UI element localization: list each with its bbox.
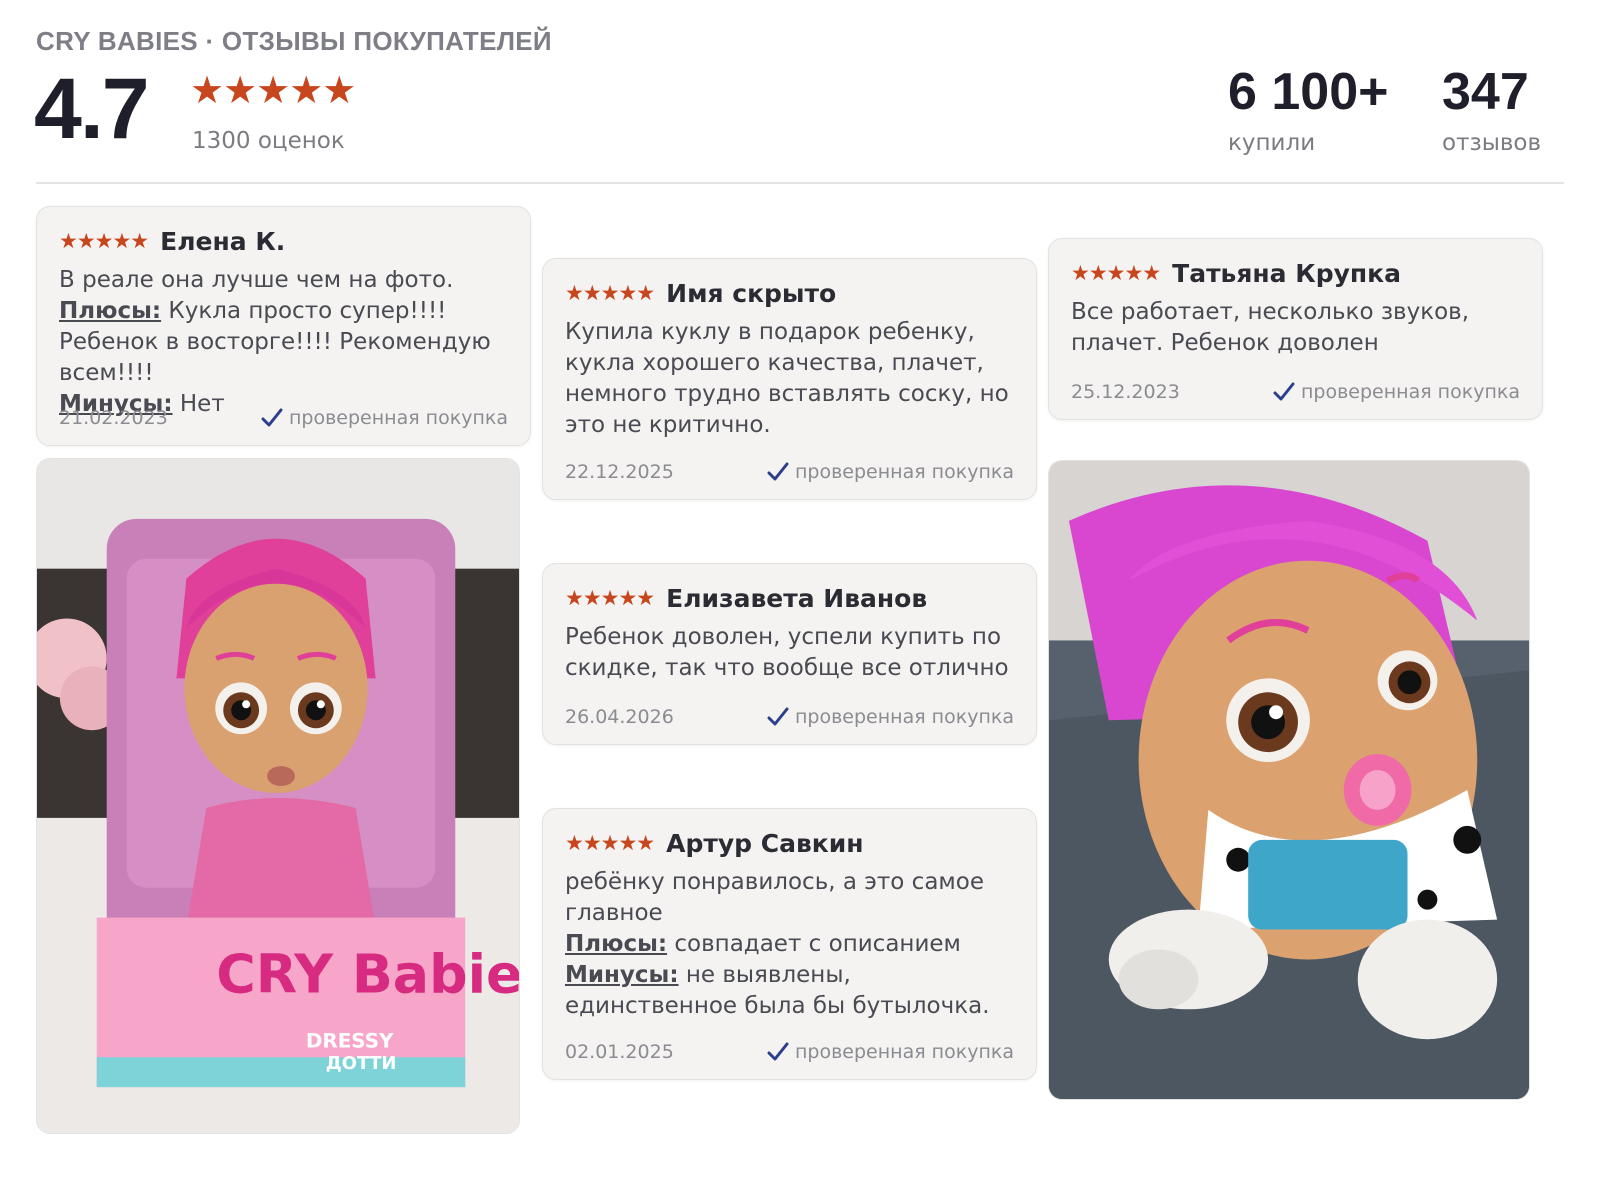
review-card: ★★★★★ Елена К. В реале она лучше чем на … (36, 206, 531, 446)
review-body: Все работает, несколько звуков, плачет. … (1071, 299, 1470, 356)
review-author: Елена К. (160, 226, 286, 256)
review-author: Елизавета Иванов (666, 583, 928, 613)
review-date: 21.02.2023 (59, 407, 168, 429)
rating-stars: ★★★★★ (190, 68, 356, 112)
review-stars: ★★★★★ (565, 586, 655, 610)
stat-bought-label: купили (1228, 130, 1316, 156)
review-author: Имя скрыто (666, 278, 837, 308)
average-rating: 4.7 (34, 61, 150, 157)
box-line-text: DRESSY (306, 1029, 394, 1052)
check-icon (767, 462, 789, 481)
pros-label: Плюсы: (565, 931, 668, 957)
review-text: В реале она лучше чем на фото. Плюсы: Ку… (59, 265, 508, 420)
cons-label: Минусы: (565, 962, 679, 988)
review-photo-doll-blanket[interactable] (1048, 460, 1530, 1100)
review-card: ★★★★★ Татьяна Крупка Все работает, неско… (1048, 238, 1543, 420)
review-card: ★★★★★ Имя скрыто Купила куклу в подарок … (542, 258, 1037, 500)
verified-badge: проверенная покупка (767, 706, 1014, 728)
review-stars: ★★★★★ (1071, 261, 1161, 285)
verified-badge: проверенная покупка (1273, 381, 1520, 403)
header-divider (36, 182, 1564, 184)
doll-box-illustration: CRY Babies DRESSY ДОТТИ (37, 459, 519, 1133)
verified-label: проверенная покупка (794, 706, 1014, 728)
review-photo-doll-box[interactable]: CRY Babies DRESSY ДОТТИ (36, 458, 520, 1134)
stat-reviews-value: 347 (1442, 63, 1529, 121)
rating-count: 1300 оценок (192, 128, 345, 154)
box-brand-text: CRY Babies (216, 942, 519, 1005)
check-icon (767, 1042, 789, 1061)
verified-label: проверенная покупка (794, 461, 1014, 483)
review-pros: Плюсы: Кукла просто супер!!!! Ребенок в … (59, 296, 508, 389)
pros-label: Плюсы: (59, 298, 162, 324)
verified-badge: проверенная покупка (767, 461, 1014, 483)
review-date: 25.12.2023 (1071, 381, 1180, 403)
review-pros: Плюсы: совпадает с описанием (565, 929, 1014, 960)
stat-reviews-label: отзывов (1442, 130, 1542, 156)
verified-badge: проверенная покупка (261, 407, 508, 429)
check-icon (767, 707, 789, 726)
review-author: Артур Савкин (666, 828, 864, 858)
doll-blanket-illustration (1049, 461, 1529, 1099)
review-card: ★★★★★ Елизавета Иванов Ребенок доволен, … (542, 563, 1037, 745)
review-body: Ребенок доволен, успели купить по скидке… (565, 624, 1009, 681)
verified-badge: проверенная покупка (767, 1041, 1014, 1063)
stat-bought-value: 6 100+ (1228, 63, 1389, 121)
review-body: ребёнку понравилось, а это самое главное (565, 869, 984, 926)
review-date: 02.01.2025 (565, 1041, 674, 1063)
review-body: Купила куклу в подарок ребенку, кукла хо… (565, 319, 1009, 438)
review-text: ребёнку понравилось, а это самое главное… (565, 867, 1014, 1022)
review-stars: ★★★★★ (565, 281, 655, 305)
verified-label: проверенная покупка (794, 1041, 1014, 1063)
review-date: 26.04.2026 (565, 706, 674, 728)
check-icon (1273, 382, 1295, 401)
review-author: Татьяна Крупка (1172, 258, 1401, 288)
check-icon (261, 408, 283, 427)
box-name-text: ДОТТИ (326, 1053, 397, 1074)
review-stars: ★★★★★ (565, 831, 655, 855)
brand-line: CRY BABIES · ОТЗЫВЫ ПОКУПАТЕЛЕЙ (36, 26, 552, 56)
pros-text: совпадает с описанием (674, 931, 961, 957)
review-stars: ★★★★★ (59, 229, 149, 253)
stat-bought: 6 100+ купили (1228, 62, 1389, 156)
verified-label: проверенная покупка (1300, 381, 1520, 403)
verified-label: проверенная покупка (288, 407, 508, 429)
stat-reviews: 347 отзывов (1442, 62, 1541, 156)
review-cons: Минусы: не выявлены, единственное была б… (565, 960, 1014, 1022)
review-card: ★★★★★ Артур Савкин ребёнку понравилось, … (542, 808, 1037, 1080)
review-body: В реале она лучше чем на фото. (59, 267, 454, 293)
review-date: 22.12.2025 (565, 461, 674, 483)
